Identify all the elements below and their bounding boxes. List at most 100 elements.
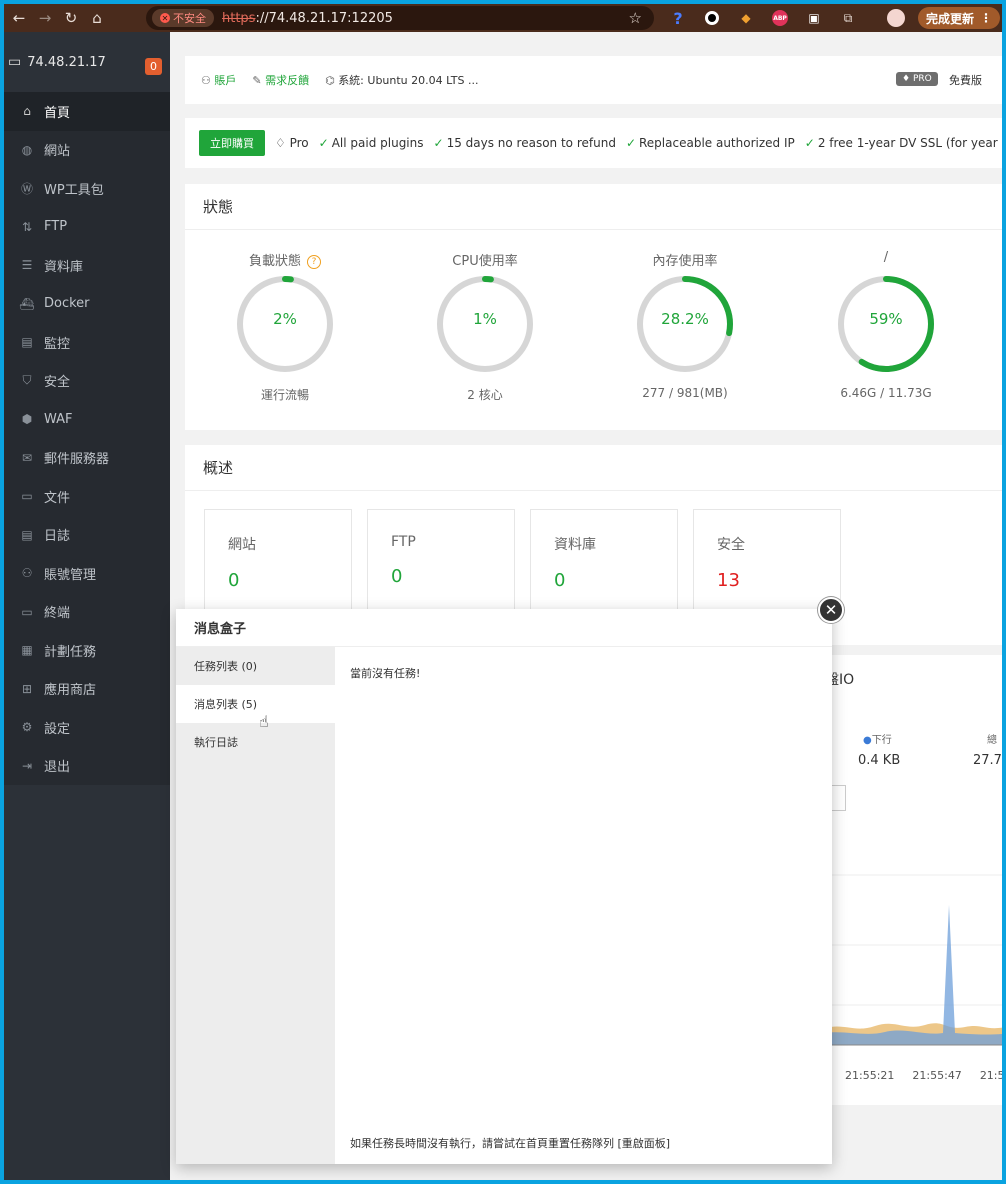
mail-icon: ✉: [21, 450, 33, 465]
hand-cursor-icon: ☝: [259, 712, 269, 731]
sidebar-item-7[interactable]: ▤ 監控: [4, 323, 170, 362]
update-button[interactable]: 完成更新 ⋮: [918, 7, 1001, 29]
url-scheme: https: [222, 10, 256, 26]
sidebar-item-17[interactable]: ⚙ 設定: [4, 708, 170, 747]
gauge-label: /: [826, 250, 946, 272]
sidebar-item-3[interactable]: Ⓦ WP工具包: [4, 169, 170, 208]
empty-state-text: 當前沒有任務!: [350, 667, 421, 680]
address-bar[interactable]: ✕ 不安全 https://74.48.21.17:12205 ☆: [146, 6, 654, 30]
feedback-link[interactable]: ✎ 需求反饋: [252, 72, 309, 88]
gauge-value: 59%: [869, 310, 903, 328]
help-extension-icon[interactable]: ?: [668, 8, 688, 28]
sidebar-item-8[interactable]: ⛉ 安全: [4, 361, 170, 400]
system-info: ⌬ 系統: Ubuntu 20.04 LTS ...: [325, 72, 478, 88]
status-panel: 狀態 負載狀態? 2% 運行流暢 CPU使用率 1% 2 核心 內存使用率 28.2% 277 …: [185, 184, 1002, 430]
monitor-icon: ▤: [21, 335, 33, 350]
gauge-value: 28.2%: [661, 310, 709, 328]
browser-window: ← → ↻ ⌂ ✕ 不安全 https://74.48.21.17:12205 …: [4, 4, 1002, 1180]
total-legend: 總: [987, 735, 997, 746]
range-select[interactable]: [830, 785, 846, 811]
notification-badge[interactable]: 0: [145, 58, 162, 75]
pro-label: ♢ Pro: [275, 136, 309, 150]
sidebar-item-18[interactable]: ⇥ 退出: [4, 746, 170, 785]
feature-1: ✓ All paid plugins: [319, 136, 424, 150]
account-link[interactable]: ⚇ 賬戶: [201, 72, 236, 88]
home-icon[interactable]: ⌂: [86, 7, 108, 29]
adblock-extension-icon[interactable]: ABP: [770, 8, 790, 28]
gauge-label: 內存使用率: [625, 250, 745, 272]
database-icon: ☰: [21, 258, 33, 273]
docker-icon: ⛴: [19, 296, 35, 311]
rocket-extension-icon[interactable]: ◆: [736, 8, 756, 28]
status-title: 狀態: [185, 184, 1002, 230]
overview-title: 概述: [185, 445, 1002, 491]
down-label: 下行: [871, 735, 892, 746]
sidebar-item-15[interactable]: ▦ 計劃任務: [4, 631, 170, 670]
bookmark-star-icon[interactable]: ☆: [629, 9, 642, 27]
sidebar-item-12[interactable]: ▤ 日誌: [4, 515, 170, 554]
calendar-icon: ▦: [21, 643, 33, 658]
system-icon: ⌬: [325, 74, 339, 87]
gear-icon: ⚙: [21, 720, 33, 735]
sidebar-item-label: FTP: [44, 219, 68, 235]
sidebar-item-1[interactable]: ⌂ 首頁: [4, 92, 170, 131]
gauge-4[interactable]: / 59% 6.46G / 11.73G: [826, 250, 946, 400]
sidebar-item-10[interactable]: ✉ 郵件服務器: [4, 438, 170, 477]
back-icon[interactable]: ←: [8, 7, 30, 29]
overview-card-1[interactable]: 網站 0: [204, 509, 352, 619]
sidebar-item-label: 郵件服務器: [44, 452, 110, 468]
circle-extension-icon[interactable]: [702, 8, 722, 28]
edition-label: 免費版: [949, 74, 982, 87]
down-dot-icon: ●: [863, 735, 872, 746]
tab-message-list[interactable]: 消息列表 (5): [176, 685, 335, 723]
sidebar-item-11[interactable]: ▭ 文件: [4, 477, 170, 516]
reader-extension-icon[interactable]: ▣: [804, 8, 824, 28]
forward-icon[interactable]: →: [34, 7, 56, 29]
edit-icon: ✎: [252, 74, 266, 87]
users-icon: ⚇: [21, 566, 33, 581]
feature-2-label: 15 days no reason to refund: [446, 136, 616, 150]
sidebar-item-label: 日誌: [44, 529, 71, 545]
close-icon[interactable]: ✕: [818, 597, 844, 623]
sidebar-nav: ⌂ 首頁 ◍ 網站 Ⓦ WP工具包 ⇅ FTP ☰ 資料庫 ⛴ Docker ▤ 監控 ⛉ 安全 ⬢ WAF ✉ 郵件…: [4, 92, 170, 785]
tab-task-list[interactable]: 任務列表 (0): [176, 647, 335, 685]
sidebar-item-14[interactable]: ▭ 終端: [4, 592, 170, 631]
sidebar-item-16[interactable]: ⊞ 應用商店: [4, 669, 170, 708]
terminal-icon: ▭: [21, 604, 33, 619]
card-label: 資料庫: [554, 537, 596, 553]
feature-2: ✓ 15 days no reason to refund: [434, 136, 616, 150]
buy-now-button[interactable]: 立即購買: [199, 130, 265, 156]
sidebar-item-label: 首頁: [44, 105, 71, 121]
extensions-puzzle-icon[interactable]: ⧉: [838, 8, 858, 28]
gauge-1[interactable]: 負載狀態? 2% 運行流暢: [225, 250, 345, 403]
check-icon: ✓: [433, 136, 444, 150]
help-icon[interactable]: ?: [307, 254, 321, 269]
sidebar-item-9[interactable]: ⬢ WAF: [4, 400, 170, 439]
sidebar-item-6[interactable]: ⛴ Docker: [4, 284, 170, 323]
gauge-2[interactable]: CPU使用率 1% 2 核心: [425, 250, 545, 403]
reload-icon[interactable]: ↻: [60, 7, 82, 29]
profile-avatar[interactable]: [886, 8, 906, 28]
gauge-subtext: 運行流暢: [260, 388, 309, 402]
insecure-badge[interactable]: ✕ 不安全: [152, 9, 214, 27]
sidebar-item-label: 監控: [44, 336, 71, 352]
server-host: 74.48.21.17: [27, 54, 106, 70]
gauge-label: 負載狀態?: [225, 250, 345, 272]
sidebar-item-4[interactable]: ⇅ FTP: [4, 207, 170, 246]
sidebar-item-2[interactable]: ◍ 網站: [4, 130, 170, 169]
overview-card-2[interactable]: FTP 0: [367, 509, 515, 619]
sidebar-item-5[interactable]: ☰ 資料庫: [4, 246, 170, 285]
pro-text: Pro: [289, 136, 309, 150]
waf-shield-icon: ⬢: [21, 412, 33, 427]
shield-icon: ⛉: [22, 373, 32, 388]
gauge-subtext: 2 核心: [467, 388, 503, 402]
feature-4-label: 2 free 1-year DV SSL (for year: [817, 136, 998, 150]
traffic-chart: [825, 874, 1002, 1046]
tab-exec-log[interactable]: 執行日誌: [176, 723, 335, 761]
overview-card-3[interactable]: 資料庫 0: [530, 509, 678, 619]
url-text: https://74.48.21.17:12205: [222, 11, 393, 26]
sidebar-item-13[interactable]: ⚇ 賬號管理: [4, 554, 170, 593]
dialog-tab-list: 任務列表 (0) 消息列表 (5) 執行日誌: [176, 647, 335, 1164]
gauge-3[interactable]: 內存使用率 28.2% 277 / 981(MB): [625, 250, 745, 400]
pro-tag[interactable]: ♦ PRO: [896, 72, 938, 86]
